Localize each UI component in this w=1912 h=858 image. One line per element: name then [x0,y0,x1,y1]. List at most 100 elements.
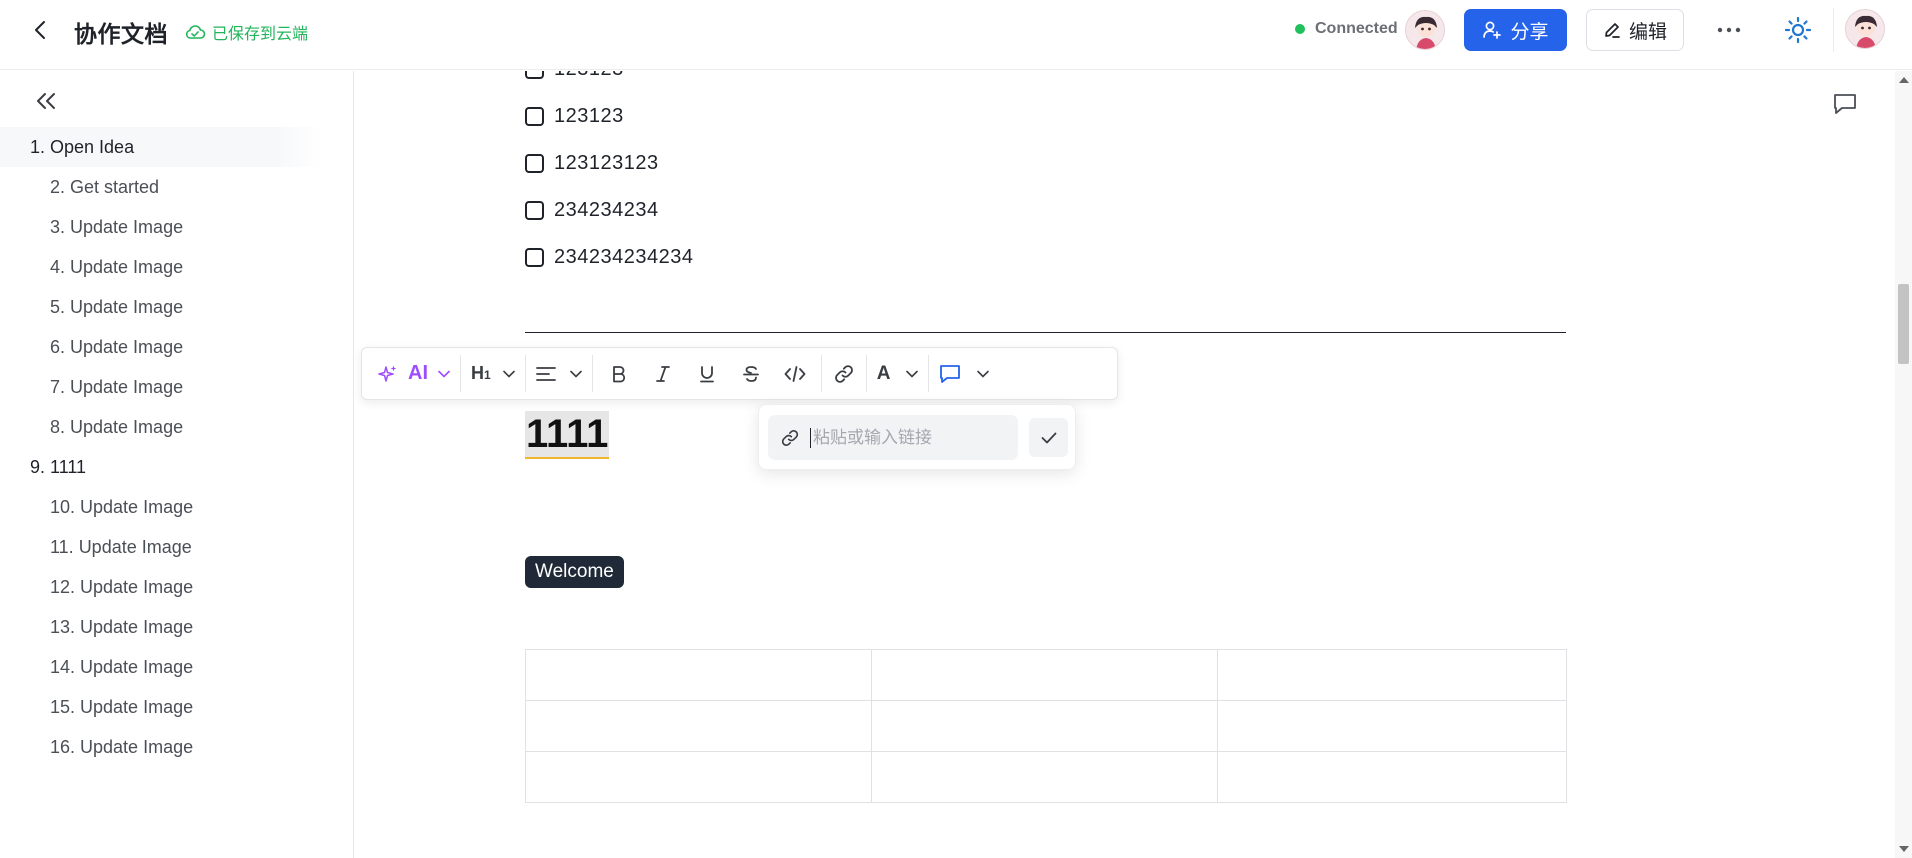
save-status: 已保存到云端 [184,20,308,44]
document-editor[interactable]: 123123 123123 123123123 234234234 234234… [355,71,1895,858]
table-cell[interactable] [871,649,1218,701]
toc-item[interactable]: 11. Update Image [0,527,354,567]
toc-item[interactable]: 13. Update Image [0,607,354,647]
link-url-input[interactable] [810,427,1010,448]
horizontal-rule [525,332,1566,333]
connection-status: Connected [1295,20,1398,38]
comments-panel-icon[interactable] [1830,89,1860,119]
table-cell[interactable] [871,751,1218,803]
share-label: 分享 [1510,21,1549,43]
toc-item[interactable]: 14. Update Image [0,647,354,687]
table-cell[interactable] [525,649,872,701]
toc-item[interactable]: 7. Update Image [0,367,354,407]
comment-icon [940,364,961,383]
italic-icon[interactable] [651,359,675,389]
toc-item[interactable]: 5. Update Image [0,287,354,327]
toc-item[interactable]: 4. Update Image [0,247,354,287]
collaborator-avatar[interactable] [1405,10,1445,50]
chevron-down-icon [569,370,582,378]
share-button[interactable]: 分享 [1464,9,1567,51]
task-checkbox[interactable] [525,201,544,220]
toc-item[interactable]: 15. Update Image [0,687,354,727]
edit-button[interactable]: 编辑 [1586,9,1684,51]
table-cell[interactable] [1217,700,1567,752]
align-left-icon [535,366,556,381]
task-text[interactable]: 123123 [554,105,624,128]
vertical-scrollbar[interactable] [1895,71,1912,858]
toc-item[interactable]: 3. Update Image [0,207,354,247]
task-text[interactable]: 234234234 [554,199,659,222]
task-checkbox[interactable] [525,248,544,267]
heading-level-button[interactable]: H1 [471,359,515,389]
link-popover [758,404,1076,470]
chevron-down-icon [438,370,450,378]
task-item: 234234234 [525,199,659,222]
page-title: 协作文档 [74,21,168,47]
text-color-button[interactable]: A [877,359,919,389]
table-row [525,700,1567,752]
link-icon [781,429,799,446]
toc-item[interactable]: 6. Update Image [0,327,354,367]
strikethrough-icon[interactable] [739,359,763,389]
table-cell[interactable] [1217,649,1567,701]
toc-item[interactable]: 10. Update Image [0,487,354,527]
more-options-icon[interactable] [1714,16,1744,44]
share-user-icon [1483,21,1502,39]
link-field [768,415,1018,460]
bold-icon[interactable] [607,359,631,389]
code-icon[interactable] [783,359,807,389]
table-row [525,649,1567,701]
pencil-icon [1605,23,1620,38]
chevron-down-icon [906,370,919,378]
header-divider [1833,8,1834,52]
status-dot-icon [1295,24,1305,34]
back-icon[interactable] [28,18,52,42]
chevron-down-icon [977,370,990,378]
format-toolbar: AI H1 A [361,347,1118,400]
toc-item[interactable]: 12. Update Image [0,567,354,607]
text-color-label: A [876,362,891,384]
save-status-label: 已保存到云端 [212,26,309,43]
table-of-contents: 1. Open Idea 2. Get started 3. Update Imag… [0,127,354,767]
comment-button[interactable] [939,359,990,389]
task-text[interactable]: 123123 [554,71,624,81]
toc-item[interactable]: 16. Update Image [0,727,354,767]
task-checkbox[interactable] [525,71,544,79]
edit-label: 编辑 [1628,21,1667,43]
task-item: 123123 [525,105,624,128]
link-icon[interactable] [832,359,856,389]
scroll-down-arrow-icon[interactable] [1899,846,1909,852]
cloud-check-icon [185,25,206,39]
table-cell[interactable] [871,700,1218,752]
table-cell[interactable] [1217,751,1567,803]
ai-button[interactable]: AI [378,359,450,389]
task-checkbox[interactable] [525,154,544,173]
table-row [525,751,1567,803]
table-cell[interactable] [525,700,872,752]
confirm-link-button[interactable] [1029,418,1068,457]
task-text[interactable]: 123123123 [554,152,659,175]
scrollbar-thumb[interactable] [1898,284,1909,364]
align-button[interactable] [535,359,582,389]
ai-label: AI [408,362,428,384]
task-item: 234234234234 [525,246,693,269]
underline-icon[interactable] [695,359,719,389]
connection-label: Connected [1315,20,1398,37]
heading-level-label: H1 [471,363,491,383]
scroll-up-arrow-icon[interactable] [1899,77,1909,83]
toc-item[interactable]: 8. Update Image [0,407,354,447]
task-checkbox[interactable] [525,107,544,126]
sparkle-icon [378,365,397,382]
toc-item[interactable]: 2. Get started [0,167,354,207]
task-item: 123123 [525,71,624,81]
selected-heading[interactable]: 1111 [525,411,610,459]
table-cell[interactable] [525,751,872,803]
toc-item[interactable]: 1. Open Idea [0,127,324,167]
user-avatar[interactable] [1845,9,1885,49]
sun-icon[interactable] [1782,14,1814,46]
toc-item[interactable]: 9. 1111 [0,447,354,487]
task-text[interactable]: 234234234234 [554,246,693,269]
content-table [525,649,1567,803]
collapse-sidebar-icon[interactable] [32,87,60,115]
welcome-tag[interactable]: Welcome [525,556,624,588]
